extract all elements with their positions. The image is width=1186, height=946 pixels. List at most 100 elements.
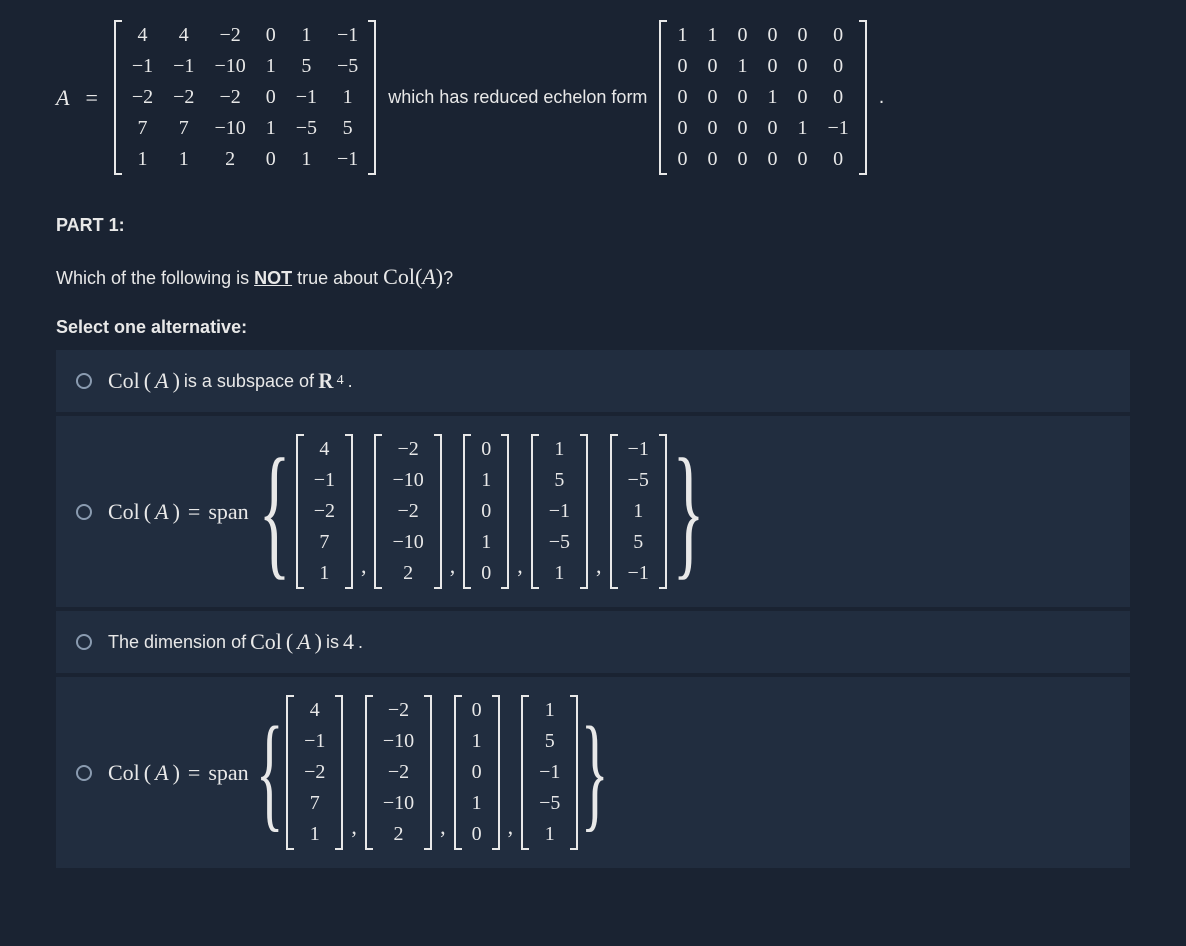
matrix-cell: 1 xyxy=(529,695,570,726)
right-bracket-icon xyxy=(580,434,588,589)
matrix-cell: 1 xyxy=(539,558,580,589)
matrix-cell: −1 xyxy=(817,113,858,144)
matrix-cell: 0 xyxy=(462,819,492,850)
comma: , xyxy=(438,814,448,840)
right-curly-icon: } xyxy=(672,460,704,564)
vector-body: −1−515−1 xyxy=(618,434,659,589)
matrix-cell: −10 xyxy=(204,51,255,82)
right-bracket-icon xyxy=(859,20,867,175)
matrix-cell: 5 xyxy=(618,527,659,558)
matrix-cell: 1 xyxy=(471,465,501,496)
matrix-rref-body: 11000000100000010000001−1000000 xyxy=(667,20,858,175)
col-fn: Col xyxy=(108,760,140,786)
vector-body: −2−10−2−102 xyxy=(382,434,433,589)
option-4[interactable]: Col(A) = span { 4−1−271,−2−10−2−102,0101… xyxy=(56,677,1130,868)
left-bracket-icon xyxy=(286,695,294,850)
var-A: A xyxy=(56,85,69,111)
matrix-cell: 1 xyxy=(471,527,501,558)
radio-icon[interactable] xyxy=(76,504,92,520)
matrix-cell: −10 xyxy=(373,788,424,819)
matrix-cell: 1 xyxy=(256,113,286,144)
matrix-cell: −1 xyxy=(618,558,659,589)
matrix-cell: 0 xyxy=(697,51,727,82)
matrix-cell: 0 xyxy=(817,82,858,113)
q-suffix1: true about xyxy=(292,268,383,288)
matrix-cell: 0 xyxy=(757,113,787,144)
matrix-cell: 7 xyxy=(294,788,335,819)
matrix-cell: 0 xyxy=(787,144,817,175)
option-3[interactable]: The dimension of Col(A) is 4 . xyxy=(56,611,1130,673)
matrix-cell: −5 xyxy=(539,527,580,558)
close-paren: ) xyxy=(436,264,443,289)
matrix-cell: 0 xyxy=(727,113,757,144)
vector-body: 4−1−271 xyxy=(304,434,345,589)
period: . xyxy=(879,86,885,109)
matrix-cell: 0 xyxy=(727,82,757,113)
matrix-equation-line: A = 44−201−1−1−1−1015−5−2−2−20−1177−101−… xyxy=(56,20,1130,175)
matrix-cell: −1 xyxy=(327,20,368,51)
opt3-value: 4 xyxy=(343,629,354,655)
column-vector: −1−515−1 xyxy=(610,434,667,589)
matrix-rref: 11000000100000010000001−1000000 xyxy=(659,20,866,175)
matrix-cell: −5 xyxy=(529,788,570,819)
matrix-cell: 1 xyxy=(304,558,345,589)
radio-icon[interactable] xyxy=(76,373,92,389)
matrix-cell: 1 xyxy=(327,82,368,113)
column-vector: −2−10−2−102 xyxy=(365,695,432,850)
matrix-cell: 0 xyxy=(667,82,697,113)
matrix-A: 44−201−1−1−1−1015−5−2−2−20−1177−101−5511… xyxy=(114,20,376,175)
right-bracket-icon xyxy=(424,695,432,850)
matrix-cell: 0 xyxy=(471,434,501,465)
matrix-cell: 1 xyxy=(787,113,817,144)
right-bracket-icon xyxy=(335,695,343,850)
q-prefix: Which of the following is xyxy=(56,268,254,288)
vector-body: 15−1−51 xyxy=(539,434,580,589)
opt3-period: . xyxy=(358,632,363,653)
option-1[interactable]: Col(A) is a subspace of R4. xyxy=(56,350,1130,412)
radio-icon[interactable] xyxy=(76,765,92,781)
col-fn: Col xyxy=(108,499,140,525)
matrix-cell: 1 xyxy=(294,819,335,850)
q-suffix2: ? xyxy=(443,268,453,288)
matrix-cell: 0 xyxy=(787,20,817,51)
matrix-cell: −2 xyxy=(382,496,433,527)
option-2[interactable]: Col(A) = span { 4−1−271,−2−10−2−102,0101… xyxy=(56,416,1130,607)
matrix-cell: −5 xyxy=(286,113,327,144)
comma: , xyxy=(515,553,525,579)
left-bracket-icon xyxy=(374,434,382,589)
column-vector: −2−10−2−102 xyxy=(374,434,441,589)
matrix-cell: 7 xyxy=(122,113,163,144)
matrix-cell: 0 xyxy=(471,558,501,589)
right-bracket-icon xyxy=(345,434,353,589)
matrix-cell: −2 xyxy=(304,496,345,527)
column-vector: 4−1−271 xyxy=(286,695,343,850)
column-vector: 4−1−271 xyxy=(296,434,353,589)
matrix-cell: −2 xyxy=(382,434,433,465)
matrix-cell: 1 xyxy=(667,20,697,51)
matrix-cell: −10 xyxy=(204,113,255,144)
var-A: A xyxy=(297,629,310,655)
matrix-cell: 2 xyxy=(204,144,255,175)
var-A: A xyxy=(422,264,435,289)
matrix-cell: 0 xyxy=(787,51,817,82)
matrix-cell: 0 xyxy=(727,20,757,51)
column-vector: 01010 xyxy=(454,695,500,850)
matrix-cell: 2 xyxy=(373,819,424,850)
matrix-cell: −1 xyxy=(327,144,368,175)
matrix-cell: 0 xyxy=(256,144,286,175)
comma: , xyxy=(349,814,359,840)
var-A: A xyxy=(155,760,168,786)
vector-body: 4−1−271 xyxy=(294,695,335,850)
option-4-label: Col(A) = span { 4−1−271,−2−10−2−102,0101… xyxy=(108,695,612,850)
matrix-cell: 0 xyxy=(727,144,757,175)
radio-icon[interactable] xyxy=(76,634,92,650)
left-curly-icon: { xyxy=(256,728,284,818)
matrix-cell: −5 xyxy=(327,51,368,82)
vector-body: 01010 xyxy=(471,434,501,589)
equals-sign: = xyxy=(81,85,101,111)
matrix-cell: 0 xyxy=(697,113,727,144)
right-bracket-icon xyxy=(492,695,500,850)
matrix-cell: 0 xyxy=(256,20,286,51)
col-fn: Col xyxy=(250,629,282,655)
right-bracket-icon xyxy=(659,434,667,589)
